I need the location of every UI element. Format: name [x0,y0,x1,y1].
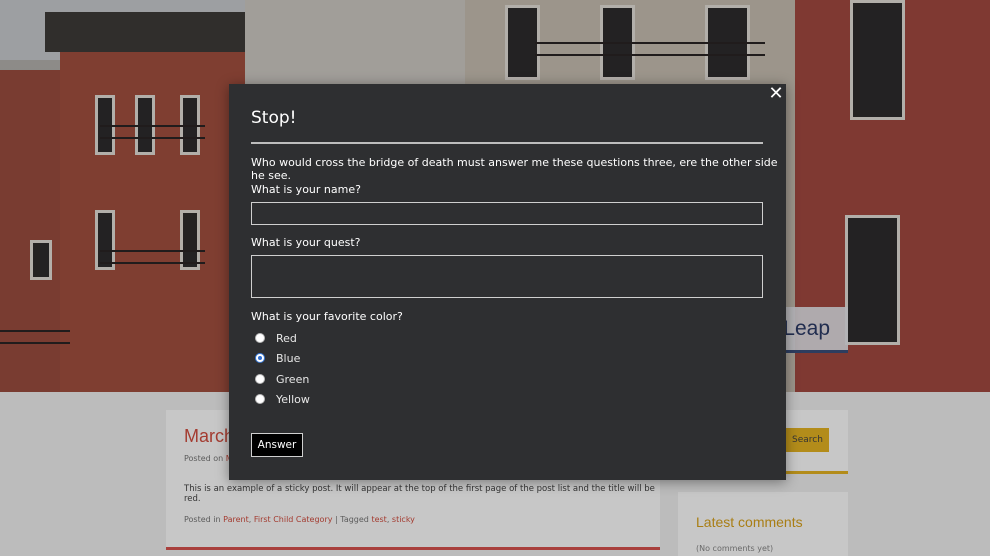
radio-button[interactable] [255,333,265,343]
color-option-green[interactable]: Green [255,371,309,387]
close-icon[interactable]: ✕ [766,84,786,104]
answer-button[interactable]: Answer [251,433,303,457]
color-option-yellow[interactable]: Yellow [255,391,310,407]
modal-title: Stop! [251,108,297,128]
radio-button-selected[interactable] [255,353,265,363]
radio-label: Yellow [276,392,310,406]
color-option-blue[interactable]: Blue [255,350,300,366]
quest-label: What is your quest? [251,236,361,249]
color-label: What is your favorite color? [251,310,403,323]
radio-label: Red [276,331,297,345]
radio-button[interactable] [255,394,265,404]
name-input[interactable] [251,202,763,225]
modal-intro: Who would cross the bridge of death must… [251,156,778,182]
quiz-modal: ✕ Stop! Who would cross the bridge of de… [229,84,786,480]
radio-button[interactable] [255,374,265,384]
title-divider [251,142,763,144]
quest-textarea[interactable] [251,255,763,298]
color-option-red[interactable]: Red [255,330,297,346]
name-label: What is your name? [251,183,361,196]
radio-label: Blue [276,351,301,365]
radio-label: Green [276,372,310,386]
